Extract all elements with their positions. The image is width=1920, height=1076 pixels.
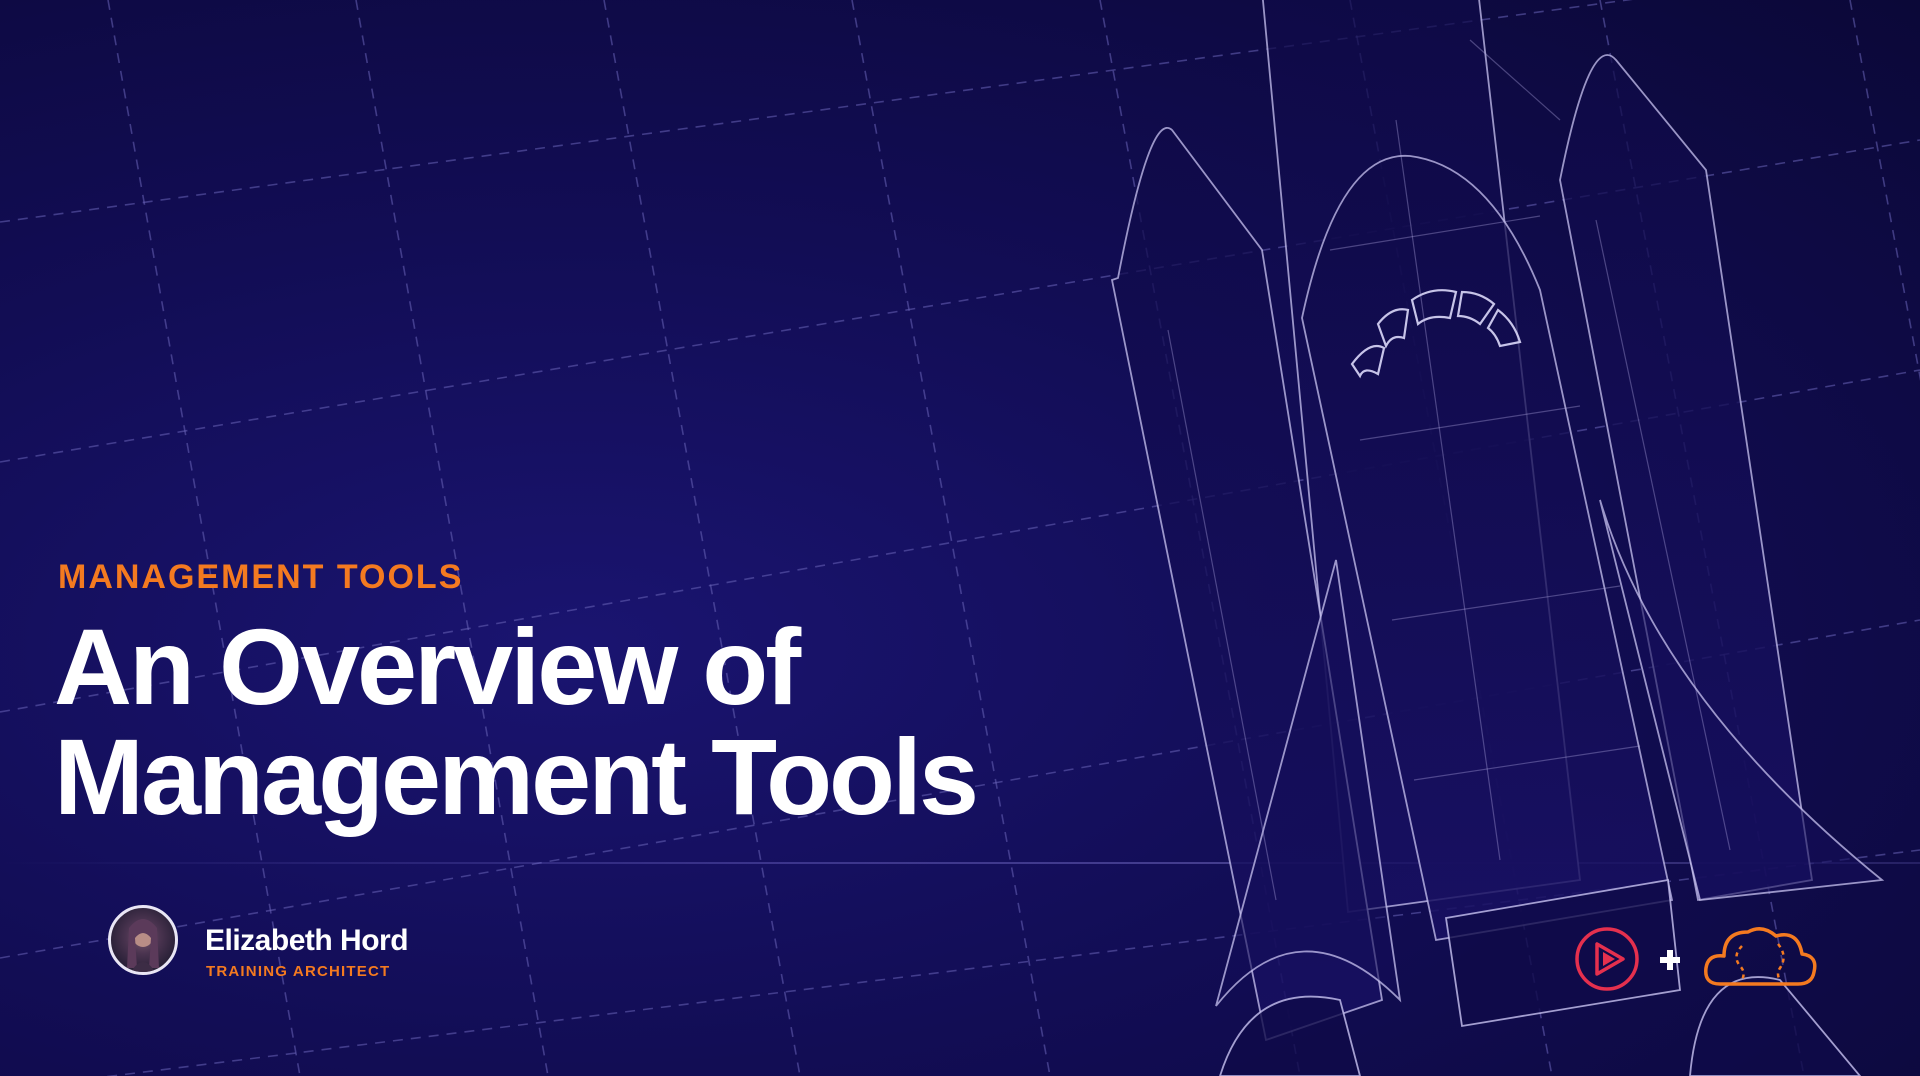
course-category: MANAGEMENT TOOLS <box>58 558 464 596</box>
acloudguru-cloud-icon <box>1704 927 1817 986</box>
pluralsight-play-icon <box>1575 927 1639 991</box>
brand-logos <box>1572 922 1820 998</box>
plus-icon <box>1660 950 1680 970</box>
slide-title: An Overview of Management Tools <box>54 612 1134 832</box>
title-slide: MANAGEMENT TOOLS An Overview of Manageme… <box>0 0 1920 1076</box>
slide-title-line-1: An Overview of <box>54 606 801 727</box>
presenter-card: Elizabeth Hord TRAINING ARCHITECT <box>108 905 528 980</box>
presenter-role: TRAINING ARCHITECT <box>206 963 391 980</box>
avatar <box>108 905 178 975</box>
slide-title-line-2: Management Tools <box>54 716 979 837</box>
presenter-name: Elizabeth Hord <box>205 924 409 957</box>
avatar-portrait <box>127 919 159 972</box>
